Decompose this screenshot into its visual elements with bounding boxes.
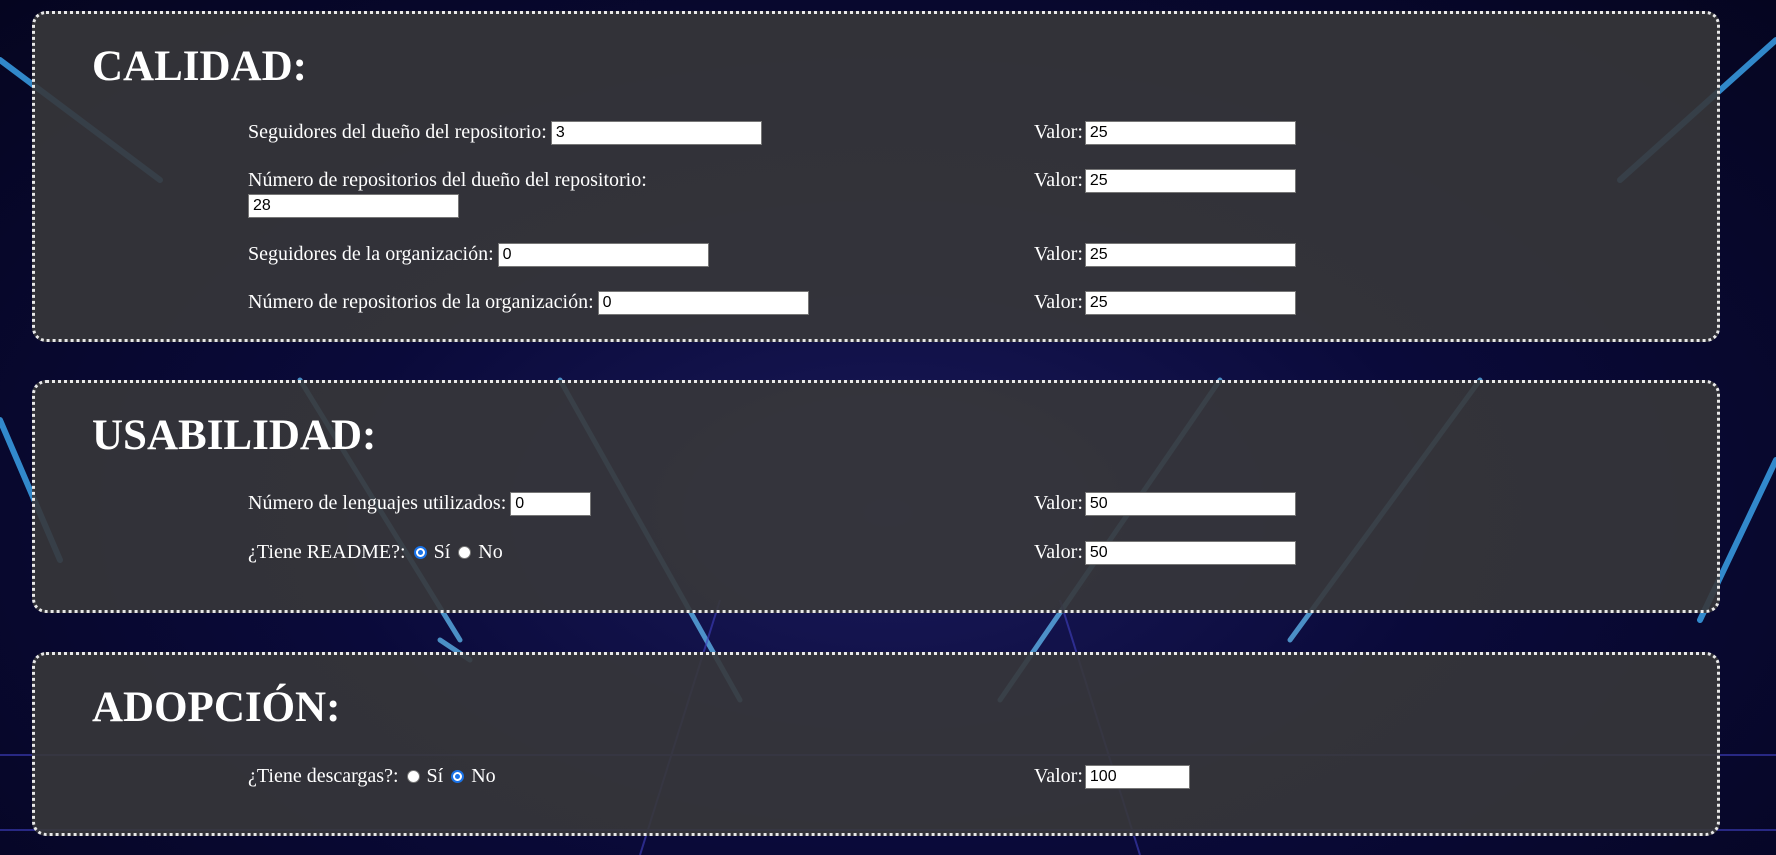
descargas-label: ¿Tiene descargas?: xyxy=(248,765,399,787)
repos-dueno-input[interactable] xyxy=(248,194,459,218)
calidad-panel: CALIDAD: Seguidores del dueño del reposi… xyxy=(32,11,1720,342)
readme-si-radio[interactable] xyxy=(413,545,427,559)
repos-org-valor-input[interactable] xyxy=(1084,291,1296,316)
seguidores-dueno-row: Seguidores del dueño del repositorio: xyxy=(248,120,762,146)
seguidores-org-row: Seguidores de la organización: xyxy=(248,242,709,268)
descargas-valor-input[interactable] xyxy=(1084,765,1190,790)
seguidores-dueno-valor-input[interactable] xyxy=(1084,121,1296,146)
readme-valor-input[interactable] xyxy=(1084,541,1296,566)
lenguajes-valor-row: Valor: xyxy=(1034,491,1296,517)
repos-dueno-row: Número de repositorios del dueño del rep… xyxy=(248,168,647,218)
lenguajes-row: Número de lenguajes utilizados: xyxy=(248,491,592,517)
adopcion-title: ADOPCIÓN: xyxy=(92,684,341,731)
descargas-no-label[interactable]: No xyxy=(471,765,495,787)
seguidores-org-label: Seguidores de la organización: xyxy=(248,243,494,265)
readme-valor-row: Valor: xyxy=(1034,540,1296,566)
repos-org-input[interactable] xyxy=(597,291,809,316)
repos-org-valor-row: Valor: xyxy=(1034,290,1296,316)
repos-org-row: Número de repositorios de la organizació… xyxy=(248,290,809,316)
readme-label: ¿Tiene README?: xyxy=(248,541,406,563)
seguidores-org-valor-input[interactable] xyxy=(1084,243,1296,268)
usabilidad-title: USABILIDAD: xyxy=(92,412,377,459)
valor-label: Valor: xyxy=(1034,541,1083,563)
readme-no-radio[interactable] xyxy=(458,545,472,559)
repos-dueno-valor-row: Valor: xyxy=(1034,168,1296,194)
readme-no-label[interactable]: No xyxy=(478,541,502,563)
lenguajes-input[interactable] xyxy=(510,492,592,517)
seguidores-dueno-label: Seguidores del dueño del repositorio: xyxy=(248,121,547,143)
valor-label: Valor: xyxy=(1034,765,1083,787)
readme-si-label[interactable]: Sí xyxy=(434,541,451,563)
seguidores-org-input[interactable] xyxy=(497,243,709,268)
readme-row: ¿Tiene README?: Sí No xyxy=(248,540,503,564)
descargas-si-radio[interactable] xyxy=(406,769,420,783)
repos-dueno-valor-input[interactable] xyxy=(1084,169,1296,194)
lenguajes-label: Número de lenguajes utilizados: xyxy=(248,492,507,514)
valor-label: Valor: xyxy=(1034,291,1083,313)
seguidores-dueno-valor-row: Valor: xyxy=(1034,120,1296,146)
valor-label: Valor: xyxy=(1034,492,1083,514)
lenguajes-valor-input[interactable] xyxy=(1084,492,1296,517)
seguidores-org-valor-row: Valor: xyxy=(1034,242,1296,268)
repos-org-label: Número de repositorios de la organizació… xyxy=(248,291,594,313)
descargas-no-radio[interactable] xyxy=(451,769,465,783)
valor-label: Valor: xyxy=(1034,121,1083,143)
repos-dueno-label: Número de repositorios del dueño del rep… xyxy=(248,169,647,191)
descargas-valor-row: Valor: xyxy=(1034,764,1190,790)
adopcion-panel: ADOPCIÓN: ¿Tiene descargas?: Sí No Valor: xyxy=(32,652,1720,836)
descargas-si-label[interactable]: Sí xyxy=(427,765,444,787)
valor-label: Valor: xyxy=(1034,169,1083,191)
calidad-title: CALIDAD: xyxy=(92,43,307,90)
seguidores-dueno-input[interactable] xyxy=(550,121,762,146)
descargas-row: ¿Tiene descargas?: Sí No xyxy=(248,764,496,788)
usabilidad-panel: USABILIDAD: Número de lenguajes utilizad… xyxy=(32,380,1720,613)
valor-label: Valor: xyxy=(1034,243,1083,265)
